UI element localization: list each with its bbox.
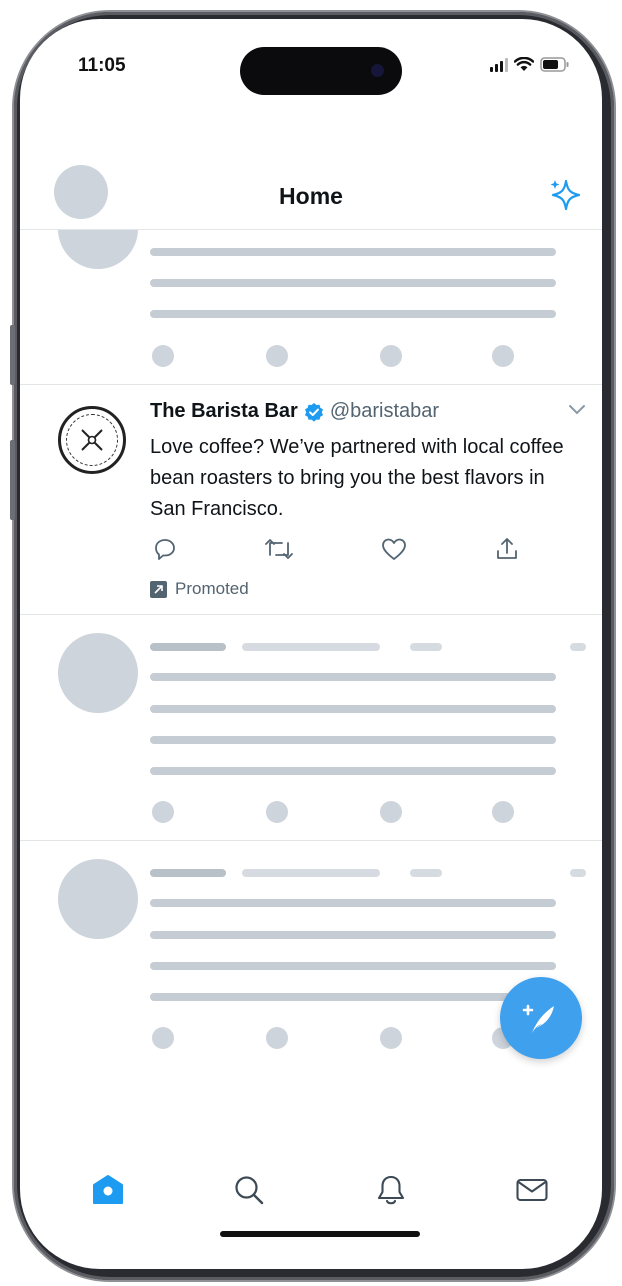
placeholder-line: [150, 736, 556, 744]
placeholder-action-dot: [152, 801, 174, 823]
divider: [20, 384, 602, 385]
divider: [20, 840, 602, 841]
placeholder-line: [410, 643, 442, 651]
battery-icon: [540, 57, 569, 72]
promoted-label: Promoted: [175, 579, 249, 598]
reply-icon[interactable]: [152, 536, 178, 562]
compose-button[interactable]: [500, 977, 582, 1059]
placeholder-action-dot: [492, 345, 514, 367]
placeholder-action-dot: [380, 1027, 402, 1049]
placeholder-line: [150, 673, 556, 681]
promoted-tweet[interactable]: The Barista Bar @baristabar Love coffee?…: [20, 386, 602, 616]
placeholder-action-dot: [380, 801, 402, 823]
placeholder-action-dot: [492, 801, 514, 823]
messages-icon[interactable]: [514, 1173, 550, 1207]
camera-icon: [371, 64, 384, 77]
placeholder-line: [150, 869, 226, 877]
side-button: [10, 325, 15, 385]
placeholder-line: [242, 643, 380, 651]
chevron-down-icon[interactable]: [568, 404, 586, 416]
tweet-text: Love coffee? We’ve partnered with local …: [150, 436, 564, 520]
top-header: Home: [20, 167, 602, 230]
author-name[interactable]: The Barista Bar: [150, 400, 298, 423]
placeholder-avatar: [58, 633, 138, 713]
status-icons: [490, 57, 570, 72]
placeholder-line: [150, 310, 556, 318]
dynamic-island: [240, 47, 402, 95]
placeholder-line: [570, 869, 586, 877]
placeholder-action-dot: [152, 1027, 174, 1049]
placeholder-line: [242, 869, 380, 877]
compose-icon: [522, 1004, 554, 1033]
verified-badge-icon: [304, 402, 323, 422]
placeholder-action-dot: [266, 345, 288, 367]
promoted-icon: [150, 580, 167, 598]
search-icon[interactable]: [232, 1173, 266, 1207]
placeholder-line: [150, 899, 556, 907]
placeholder-line: [150, 962, 556, 970]
home-indicator[interactable]: [220, 1231, 420, 1237]
placeholder-action-dot: [266, 1027, 288, 1049]
barista-bar-logo[interactable]: [58, 406, 126, 474]
notifications-icon[interactable]: [374, 1173, 408, 1207]
tweet-author-row: The Barista Bar @baristabar: [150, 400, 439, 423]
placeholder-avatar: [58, 859, 138, 939]
signal-icon: [490, 57, 508, 72]
placeholder-action-dot: [266, 801, 288, 823]
sparkle-icon[interactable]: [546, 175, 586, 215]
promoted-label-row: Promoted: [150, 579, 249, 599]
author-handle[interactable]: @baristabar: [330, 400, 439, 423]
placeholder-line: [150, 705, 556, 713]
retweet-icon[interactable]: [264, 536, 294, 562]
status-time: 11:05: [78, 55, 126, 76]
tweet-actions: [150, 536, 530, 566]
placeholder-line: [410, 869, 442, 877]
placeholder-line: [150, 993, 556, 1001]
placeholder-line: [150, 931, 556, 939]
like-icon[interactable]: [380, 536, 408, 562]
profile-avatar[interactable]: [54, 165, 108, 219]
wifi-icon: [514, 57, 534, 71]
placeholder-line: [150, 767, 556, 775]
divider: [20, 614, 602, 615]
placeholder-line: [150, 248, 556, 256]
placeholder-action-dot: [152, 345, 174, 367]
screen: 11:05 Home The Barista Bar @baristabar L…: [20, 19, 602, 1269]
placeholder-line: [150, 643, 226, 651]
bottom-tab-bar: [20, 1159, 602, 1229]
placeholder-line: [570, 643, 586, 651]
placeholder-line: [150, 279, 556, 287]
placeholder-action-dot: [380, 345, 402, 367]
home-icon[interactable]: [90, 1173, 126, 1207]
share-icon[interactable]: [494, 536, 520, 562]
side-button: [10, 440, 15, 520]
